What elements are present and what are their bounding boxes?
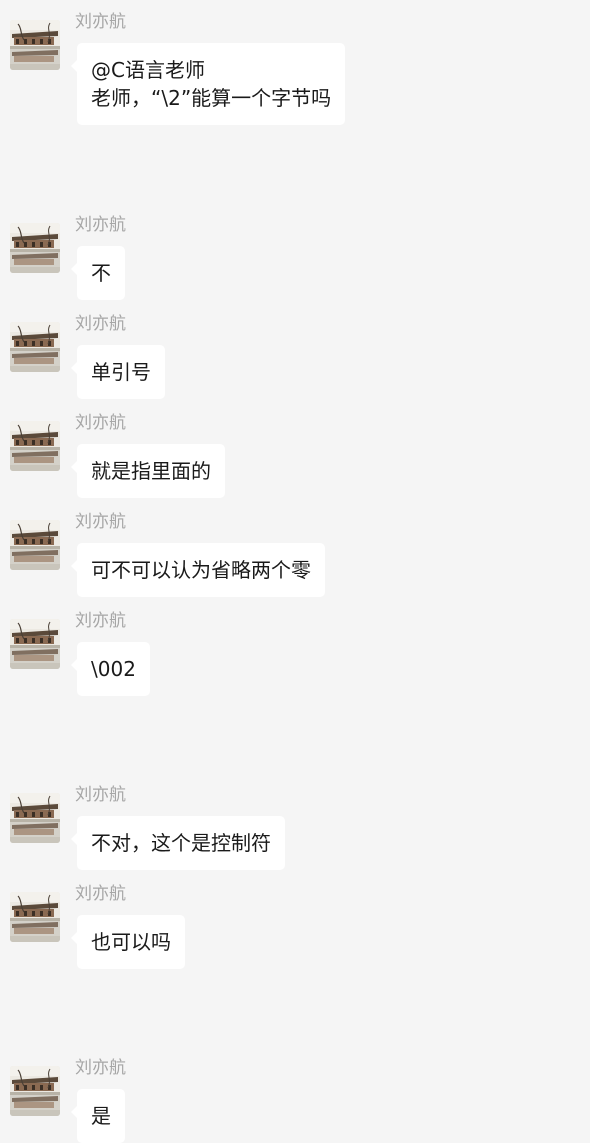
avatar-building-photo-icon[interactable] [10,421,60,471]
message-bubble[interactable]: \002 [71,642,150,696]
sender-name: 刘亦航 [75,12,126,32]
avatar-image [10,322,60,372]
avatar-image [10,892,60,942]
sender-name: 刘亦航 [75,215,126,235]
avatar-building-photo-icon[interactable] [10,1066,60,1116]
avatar-image [10,223,60,273]
avatar-image [10,1066,60,1116]
message-text: 是 [91,1104,111,1128]
message-bubble[interactable]: 不对，这个是控制符 [71,816,285,870]
sender-name: 刘亦航 [75,785,126,805]
sender-name: 刘亦航 [75,512,126,532]
sender-name: 刘亦航 [75,611,126,631]
avatar-image [10,520,60,570]
avatar-building-photo-icon[interactable] [10,520,60,570]
avatar-image [10,20,60,70]
avatar-building-photo-icon[interactable] [10,793,60,843]
sender-name: 刘亦航 [75,884,126,904]
message-bubble[interactable]: 也可以吗 [71,915,185,969]
avatar-building-photo-icon[interactable] [10,892,60,942]
message-text: 就是指里面的 [91,459,211,483]
avatar-building-photo-icon[interactable] [10,20,60,70]
avatar-building-photo-icon[interactable] [10,322,60,372]
message-bubble[interactable]: @C语言老师 老师，“\2”能算一个字节吗 [70,43,346,125]
avatar-image [10,619,60,669]
sender-name: 刘亦航 [75,1058,126,1078]
avatar-image [10,421,60,471]
message-bubble[interactable]: 可不可以认为省略两个零 [71,543,325,597]
message-bubble[interactable]: 单引号 [71,345,165,399]
chat-message-list[interactable]: 刘亦航 @C语言老师 老师，“\2”能算一个字节吗 刘亦航 不 刘亦航 单引号 … [0,0,590,1143]
message-text: 也可以吗 [91,930,171,954]
avatar-building-photo-icon[interactable] [10,619,60,669]
avatar-image [10,793,60,843]
sender-name: 刘亦航 [75,413,126,433]
message-text: 单引号 [91,360,151,384]
message-text: 可不可以认为省略两个零 [91,558,311,582]
message-bubble[interactable]: 不 [71,246,125,300]
avatar-building-photo-icon[interactable] [10,223,60,273]
sender-name: 刘亦航 [75,314,126,334]
message-bubble[interactable]: 就是指里面的 [71,444,225,498]
message-text: 不 [91,261,111,285]
message-text: 老师，“\2”能算一个字节吗 [91,86,332,110]
message-text: 不对，这个是控制符 [91,831,271,855]
message-text: @C语言老师 [91,58,205,82]
message-text: \002 [91,657,136,681]
